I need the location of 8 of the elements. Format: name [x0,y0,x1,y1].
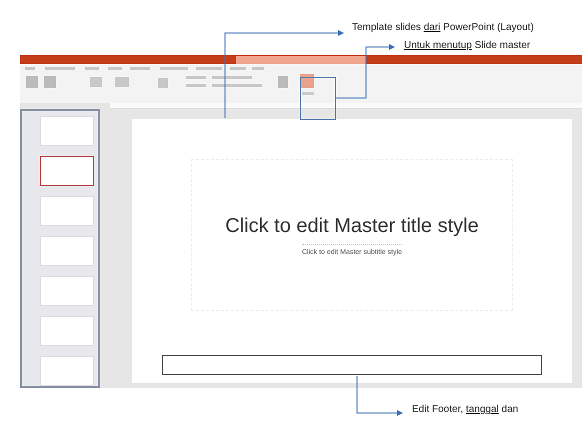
search-field[interactable] [236,56,366,64]
slide-thumbnail[interactable] [40,156,94,186]
callout-label: Template slides dari PowerPoint (Layout) [352,22,534,33]
callout-label: Edit Footer, tanggal dan [412,404,518,415]
footer-placeholders[interactable] [162,355,542,375]
title-placeholder[interactable]: Click to edit Master title style [225,214,479,238]
callout-label: Untuk menutup Slide master [404,40,530,51]
highlight-frame [300,77,336,120]
